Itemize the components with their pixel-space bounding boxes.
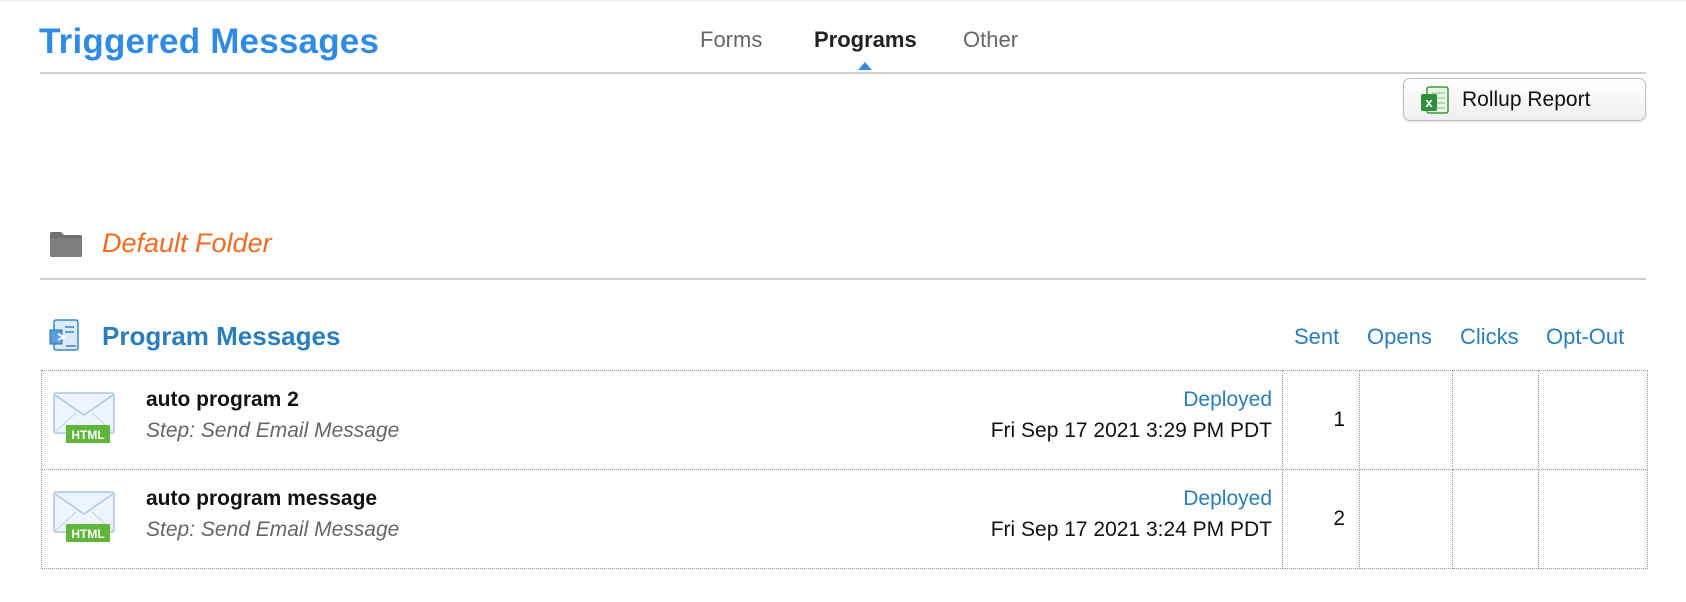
rollup-report-button[interactable]: x Rollup Report: [1403, 78, 1646, 121]
svg-text:HTML: HTML: [71, 428, 104, 442]
tab-forms[interactable]: Forms: [700, 27, 762, 53]
excel-icon: x: [1420, 85, 1450, 115]
top-divider: [0, 0, 1686, 2]
messages-table: HTML auto program 2 Step: Send Email Mes…: [41, 370, 1648, 569]
column-header-opens[interactable]: Opens: [1367, 324, 1432, 350]
clicks-count: [1452, 469, 1539, 569]
message-status[interactable]: Deployed: [1183, 388, 1272, 412]
message-name[interactable]: auto program 2: [146, 388, 299, 412]
message-step: Step: Send Email Message: [146, 419, 400, 442]
folder-header: Default Folder: [48, 228, 272, 259]
message-cell: HTML auto program message Step: Send Ema…: [41, 469, 1283, 569]
sent-count: 2: [1282, 469, 1360, 569]
rollup-report-label: Rollup Report: [1462, 87, 1591, 111]
message-name[interactable]: auto program message: [146, 487, 377, 511]
message-cell: HTML auto program 2 Step: Send Email Mes…: [41, 370, 1283, 470]
section-title: Program Messages: [102, 320, 341, 351]
table-row[interactable]: HTML auto program 2 Step: Send Email Mes…: [41, 370, 1648, 470]
column-header-sent[interactable]: Sent: [1294, 324, 1339, 350]
message-status[interactable]: Deployed: [1183, 487, 1272, 511]
folder-icon: [48, 229, 84, 259]
tab-other[interactable]: Other: [963, 27, 1018, 53]
message-step: Step: Send Email Message: [146, 518, 400, 541]
active-tab-indicator: [858, 62, 872, 70]
svg-text:HTML: HTML: [71, 527, 104, 541]
table-row[interactable]: HTML auto program message Step: Send Ema…: [41, 469, 1648, 569]
html-email-icon: HTML: [52, 387, 116, 445]
sent-count: 1: [1282, 370, 1360, 470]
opt-out-count: [1538, 370, 1648, 470]
html-email-icon: HTML: [52, 486, 116, 544]
message-date: Fri Sep 17 2021 3:24 PM PDT: [990, 518, 1272, 541]
header-divider: [40, 72, 1646, 74]
opens-count: [1359, 370, 1453, 470]
svg-text:x: x: [1425, 95, 1433, 110]
column-header-opt-out[interactable]: Opt-Out: [1546, 324, 1624, 350]
tab-programs[interactable]: Programs: [814, 27, 917, 53]
folder-name[interactable]: Default Folder: [102, 228, 272, 259]
folder-divider: [40, 278, 1646, 280]
column-header-clicks[interactable]: Clicks: [1460, 324, 1519, 350]
opens-count: [1359, 469, 1453, 569]
page-title: Triggered Messages: [39, 22, 380, 61]
section-header: Program Messages: [48, 318, 340, 354]
opt-out-count: [1538, 469, 1648, 569]
message-date: Fri Sep 17 2021 3:29 PM PDT: [990, 419, 1272, 442]
program-messages-icon: [48, 318, 84, 354]
clicks-count: [1452, 370, 1539, 470]
